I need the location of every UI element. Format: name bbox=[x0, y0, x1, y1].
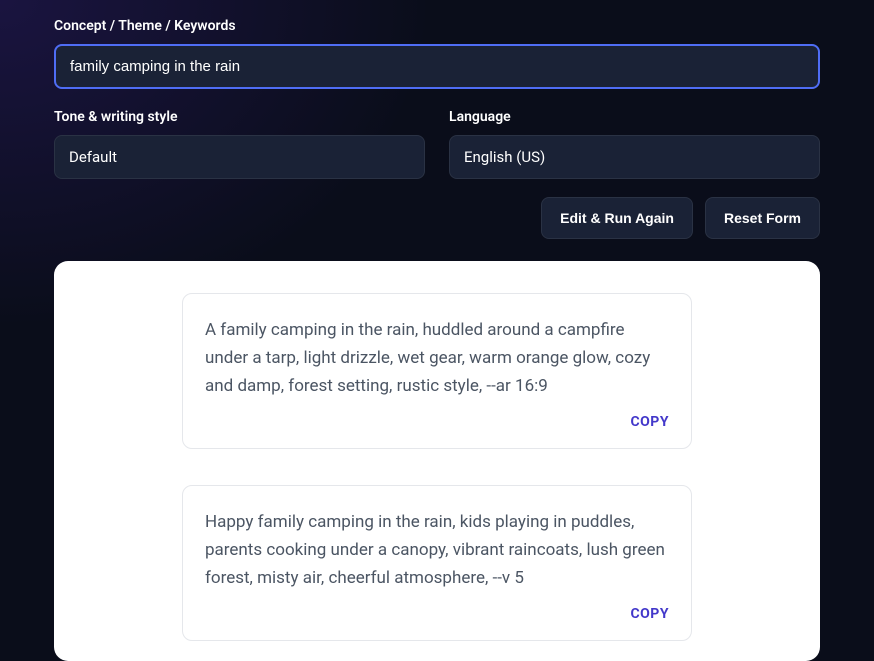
button-row: Edit & Run Again Reset Form bbox=[54, 197, 820, 239]
result-text: A family camping in the rain, huddled ar… bbox=[205, 316, 669, 400]
form-row: Tone & writing style Default Language En… bbox=[54, 109, 820, 179]
tone-select[interactable]: Default bbox=[54, 135, 425, 179]
tone-column: Tone & writing style Default bbox=[54, 109, 425, 179]
language-select[interactable]: English (US) bbox=[449, 135, 820, 179]
language-label: Language bbox=[449, 109, 820, 125]
tone-value: Default bbox=[69, 148, 117, 166]
results-panel: A family camping in the rain, huddled ar… bbox=[54, 261, 820, 661]
language-value: English (US) bbox=[464, 148, 545, 166]
copy-button[interactable]: COPY bbox=[205, 606, 669, 622]
concept-label: Concept / Theme / Keywords bbox=[54, 18, 820, 34]
edit-run-button[interactable]: Edit & Run Again bbox=[541, 197, 693, 239]
result-card: Happy family camping in the rain, kids p… bbox=[182, 485, 692, 641]
result-card: A family camping in the rain, huddled ar… bbox=[182, 293, 692, 449]
reset-form-button[interactable]: Reset Form bbox=[705, 197, 820, 239]
concept-input[interactable] bbox=[54, 44, 820, 89]
copy-button[interactable]: COPY bbox=[205, 414, 669, 430]
tone-label: Tone & writing style bbox=[54, 109, 425, 125]
language-column: Language English (US) bbox=[449, 109, 820, 179]
result-text: Happy family camping in the rain, kids p… bbox=[205, 508, 669, 592]
main-container: Concept / Theme / Keywords Tone & writin… bbox=[0, 0, 874, 661]
